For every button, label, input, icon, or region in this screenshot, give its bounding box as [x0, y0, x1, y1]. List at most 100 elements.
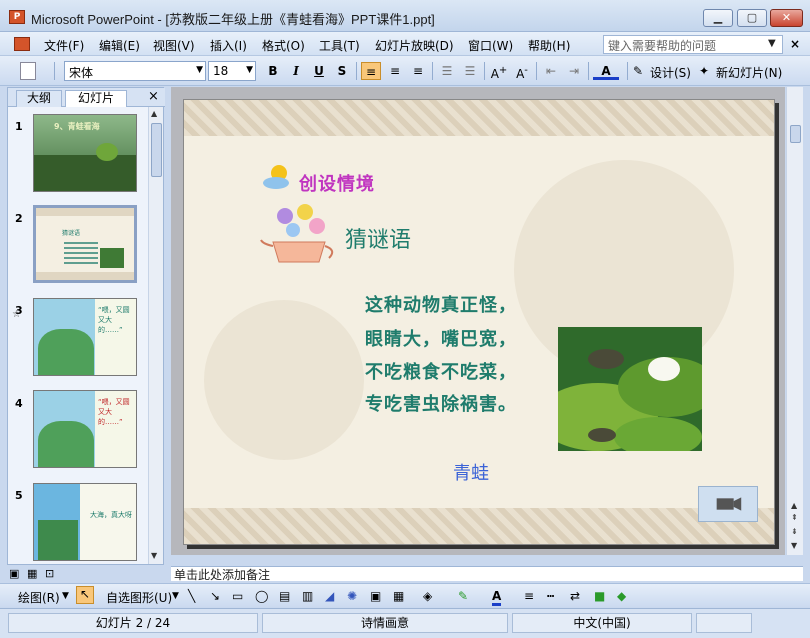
chevron-down-icon[interactable]: ▼: [62, 591, 69, 601]
video-camera-button[interactable]: [698, 486, 758, 522]
background-decoration: [204, 300, 364, 460]
chevron-down-icon[interactable]: ▼: [172, 591, 179, 601]
increase-indent-icon[interactable]: ⇥: [564, 62, 584, 80]
draw-menu-button[interactable]: 绘图(R): [18, 589, 60, 606]
toolbar-separator: [356, 62, 357, 80]
wordart-icon[interactable]: ◢: [325, 589, 334, 603]
tree-image: [38, 520, 78, 560]
shadow-button[interactable]: S: [333, 62, 351, 80]
font-color-icon[interactable]: A: [593, 62, 619, 80]
thumbnail-number: 1: [15, 120, 23, 133]
new-slide-button[interactable]: 新幻灯片(N): [716, 64, 782, 81]
vertical-textbox-icon[interactable]: ▥: [302, 589, 313, 603]
shadow-style-icon[interactable]: ■: [594, 589, 605, 603]
line-color-icon[interactable]: ✎: [458, 589, 468, 603]
pane-scrollbar[interactable]: ▲ ▼: [148, 107, 163, 564]
decrease-font-icon[interactable]: A-: [512, 62, 532, 81]
align-center-icon[interactable]: ≡: [385, 62, 405, 80]
minimize-button[interactable]: ▁: [703, 9, 733, 27]
increase-font-icon[interactable]: A+: [489, 62, 509, 81]
new-document-icon[interactable]: [20, 62, 36, 80]
menu-format[interactable]: 格式(O): [262, 37, 305, 54]
close-icon[interactable]: ×: [148, 89, 159, 104]
chevron-down-icon[interactable]: ▼: [246, 65, 253, 75]
autoshapes-button[interactable]: 自选图形(U): [106, 589, 172, 606]
clipart-icon[interactable]: ▣: [370, 589, 381, 603]
next-slide-icon[interactable]: ⇟: [791, 527, 798, 536]
new-slide-icon[interactable]: ✦: [699, 64, 709, 78]
window-title: Microsoft PowerPoint - [苏教版二年级上册《青蛙看海》PP…: [31, 12, 435, 27]
previous-slide-icon[interactable]: ⇞: [791, 513, 798, 522]
arrow-style-icon[interactable]: ⇄: [570, 589, 580, 603]
document-icon[interactable]: [14, 37, 30, 51]
chevron-down-icon[interactable]: ▼: [196, 65, 203, 75]
dash-style-icon[interactable]: ┅: [547, 589, 554, 603]
maximize-button[interactable]: ▢: [737, 9, 767, 27]
slides-pane: 大纲 幻灯片 × 1 9、青蛙看海 2 ☆ 猜谜语 3 “喂，又圆又大的……” …: [7, 87, 165, 565]
tab-outline[interactable]: 大纲: [16, 90, 62, 107]
text-color-icon[interactable]: A: [492, 589, 502, 606]
slideshow-view-icon[interactable]: ⊡: [45, 567, 54, 580]
diagram-icon[interactable]: ✺: [347, 589, 357, 603]
line-style-icon[interactable]: ≡: [524, 589, 534, 603]
select-pointer-icon[interactable]: ↖: [76, 586, 94, 604]
scroll-up-icon[interactable]: ▲: [151, 109, 157, 118]
slide-thumbnail-4[interactable]: “喂，又圆又大的……”: [33, 390, 137, 468]
pane-scroll-thumb[interactable]: [151, 123, 162, 177]
scroll-down-icon[interactable]: ▼: [791, 541, 797, 550]
bold-button[interactable]: B: [264, 62, 282, 80]
slide-thumbnail-5[interactable]: 大海，真大呀: [33, 483, 137, 561]
numbering-icon[interactable]: ☰: [437, 62, 457, 80]
current-slide[interactable]: 创设情境 猜谜语 这种动物真正怪， 眼睛大，嘴巴宽， 不吃粮食不吃菜， 专吃害虫…: [183, 99, 775, 545]
decrease-indent-icon[interactable]: ⇤: [541, 62, 561, 80]
slide-thumbnail-2[interactable]: 猜谜语: [33, 205, 137, 283]
3d-style-icon[interactable]: ◆: [617, 589, 626, 603]
picture-icon[interactable]: ▦: [393, 589, 404, 603]
frog-photo: [100, 248, 124, 268]
riddle-answer: 青蛙: [453, 463, 489, 484]
close-button[interactable]: ✕: [770, 9, 803, 27]
document-close-icon[interactable]: ×: [790, 37, 800, 51]
slide-scrollbar[interactable]: ▲ ⇞ ⇟ ▼: [786, 87, 803, 555]
slide-scroll-thumb[interactable]: [790, 125, 801, 143]
line-icon[interactable]: ╲: [188, 589, 195, 603]
menu-file[interactable]: 文件(F): [44, 37, 84, 54]
slide-thumbnail-3[interactable]: “喂，又圆又大的……”: [33, 298, 137, 376]
font-size-select[interactable]: 18 ▼: [208, 61, 256, 81]
menu-slideshow[interactable]: 幻灯片放映(D): [375, 37, 454, 54]
formatting-toolbar: 宋体 ▼ 18 ▼ B I U S ≡ ≡ ≡ ☰ ☰ A+ A- ⇤ ⇥ A …: [0, 56, 810, 86]
help-search-input[interactable]: 键入需要帮助的问题: [603, 35, 783, 54]
design-icon[interactable]: ✎: [633, 64, 643, 78]
slide-thumbnail-1[interactable]: 9、青蛙看海: [33, 114, 137, 192]
menu-insert[interactable]: 插入(I): [210, 37, 247, 54]
chevron-down-icon[interactable]: ▼: [768, 38, 776, 49]
menu-help[interactable]: 帮助(H): [528, 37, 570, 54]
notes-pane[interactable]: 单击此处添加备注: [171, 566, 803, 581]
align-right-icon[interactable]: ≡: [408, 62, 428, 80]
normal-view-icon[interactable]: ▣: [9, 567, 19, 580]
menu-view[interactable]: 视图(V): [153, 37, 195, 54]
sorter-view-icon[interactable]: ▦: [27, 567, 37, 580]
oval-icon[interactable]: ◯: [255, 589, 268, 603]
textbox-icon[interactable]: ▤: [279, 589, 290, 603]
rectangle-icon[interactable]: ▭: [232, 589, 243, 603]
tab-slides[interactable]: 幻灯片: [65, 90, 127, 107]
tree-image: [38, 421, 94, 467]
grass-image: [34, 155, 136, 191]
bullets-icon[interactable]: ☰: [460, 62, 480, 80]
scroll-up-icon[interactable]: ▲: [791, 501, 797, 510]
arrow-icon[interactable]: ↘: [210, 589, 220, 603]
menu-window[interactable]: 窗口(W): [468, 37, 513, 54]
design-button[interactable]: 设计(S): [650, 64, 691, 81]
italic-button[interactable]: I: [287, 62, 305, 80]
fill-color-icon[interactable]: ◈: [423, 589, 432, 603]
font-name-select[interactable]: 宋体 ▼: [64, 61, 206, 81]
powerpoint-app-icon[interactable]: P: [9, 10, 25, 24]
drawing-toolbar: 绘图(R) ▼ ↖ 自选图形(U) ▼ ╲ ↘ ▭ ◯ ▤ ▥ ◢ ✺ ▣ ▦ …: [0, 583, 810, 607]
underline-button[interactable]: U: [310, 62, 328, 80]
menu-tools[interactable]: 工具(T): [319, 37, 360, 54]
align-left-icon[interactable]: ≡: [361, 62, 381, 80]
scroll-down-icon[interactable]: ▼: [151, 551, 157, 560]
thumbnail-text-lines: [64, 242, 98, 264]
menu-edit[interactable]: 编辑(E): [99, 37, 140, 54]
